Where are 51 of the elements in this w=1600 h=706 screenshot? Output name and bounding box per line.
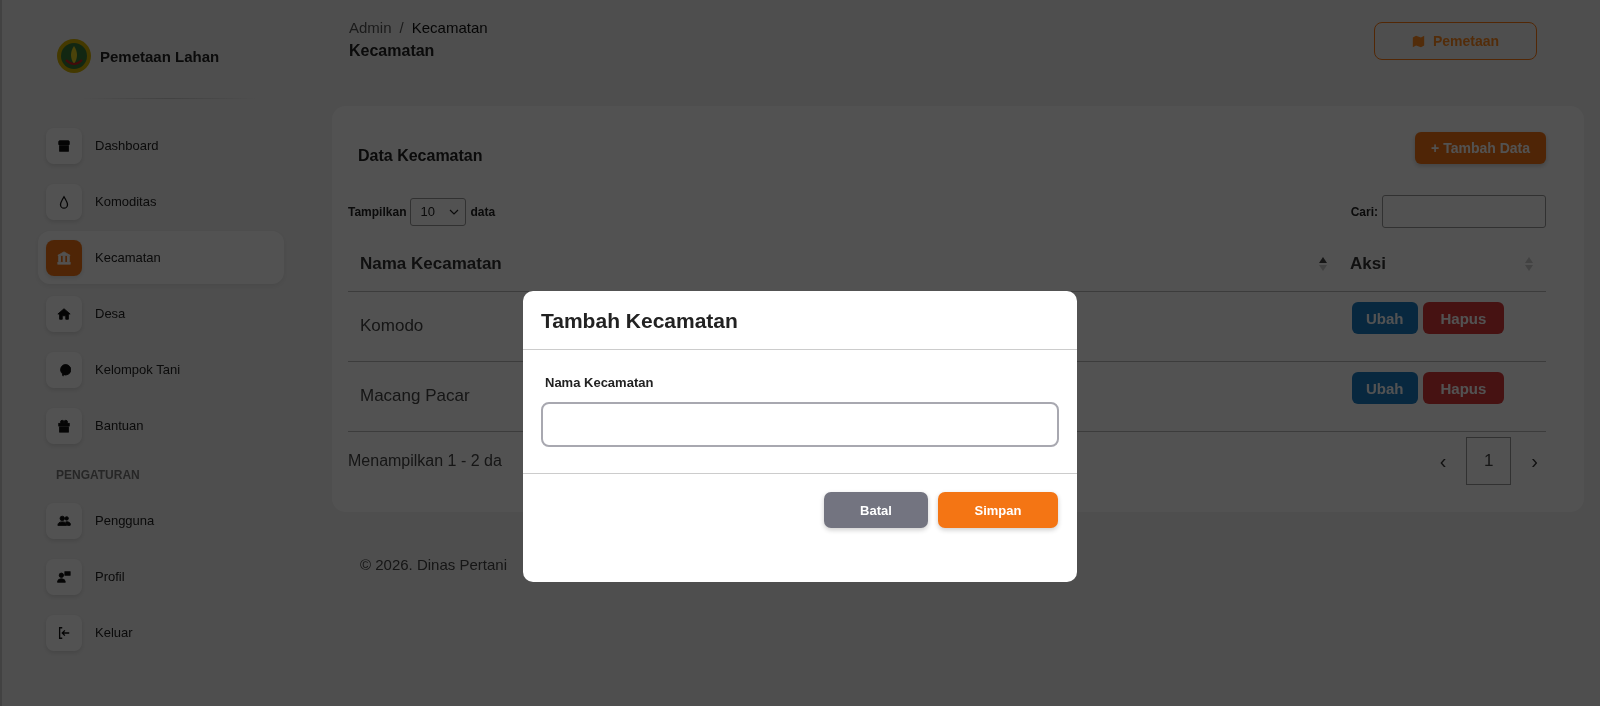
nav-icon — [57, 306, 71, 321]
breadcrumb-link[interactable]: Kecamatan — [411, 19, 488, 36]
nav-icon — [57, 362, 71, 377]
sidebar-item[interactable]: Dashboard — [38, 119, 284, 172]
page-button[interactable]: 1 — [1466, 437, 1512, 485]
table-cell: Macang Pacar — [360, 386, 470, 405]
nav-icon — [57, 138, 71, 153]
sidebar-item[interactable]: Kelompok Tani — [38, 343, 284, 396]
chevron-icon — [449, 208, 460, 215]
column-header[interactable]: Nama Kecamatan — [348, 253, 1340, 274]
nav-icon — [57, 194, 71, 209]
previous-button[interactable]: ‹ — [1431, 449, 1455, 473]
edit-button[interactable]: Ubah — [1352, 372, 1418, 404]
length-select[interactable]: 10 — [410, 197, 467, 226]
nav-icon — [57, 569, 71, 584]
nav-icon — [57, 625, 71, 640]
sidebar-item[interactable]: Bantuan — [38, 399, 284, 452]
sidebar-item[interactable]: Pengguna — [38, 494, 284, 547]
modal-title: Tambah Kecamatan — [541, 309, 739, 333]
sidebar-item[interactable]: Kecamatan — [38, 231, 284, 284]
nav-icon — [57, 250, 71, 265]
table-cell: Komodo — [360, 316, 424, 335]
delete-button[interactable]: Hapus — [1422, 302, 1505, 334]
logo-icon — [56, 38, 92, 74]
nav-icon — [57, 418, 71, 433]
sidebar-item[interactable]: Profil — [38, 550, 284, 603]
card-title: Data Kecamatan — [358, 147, 483, 165]
brand-name: Pemetaan Lahan — [100, 47, 220, 65]
add-button[interactable]: + Tambah Data — [1415, 132, 1546, 164]
field-label: Nama Kecamatan — [544, 375, 655, 390]
edit-button[interactable]: Ubah — [1352, 302, 1418, 334]
cancel-button[interactable]: Batal — [824, 492, 928, 528]
input-field[interactable] — [541, 402, 1059, 447]
nav-icon — [57, 513, 71, 528]
page-title: Kecamatan — [349, 42, 436, 60]
length-label: data — [470, 204, 496, 219]
breadcrumb-separator: / — [399, 19, 404, 36]
delete-button[interactable]: Hapus — [1422, 372, 1505, 404]
footer-text: © 2026. Dinas Pertani — [359, 556, 507, 573]
length-label: Tampilkan — [348, 204, 407, 219]
search-label: Cari: — [1350, 204, 1378, 219]
map-icon — [1411, 34, 1425, 48]
sidebar-item[interactable]: Komoditas — [38, 175, 284, 228]
map-button[interactable]: Pemetaan — [1374, 22, 1537, 60]
next-button[interactable]: › — [1523, 449, 1546, 473]
sidebar-item[interactable]: Desa — [38, 287, 284, 340]
search-field[interactable] — [1382, 195, 1546, 228]
sidebar-item[interactable]: Keluar — [38, 606, 284, 659]
table-info: Menampilkan 1 - 2 da — [348, 452, 502, 470]
save-button[interactable]: Simpan — [938, 492, 1058, 528]
column-header[interactable]: Aksi — [1340, 253, 1546, 274]
